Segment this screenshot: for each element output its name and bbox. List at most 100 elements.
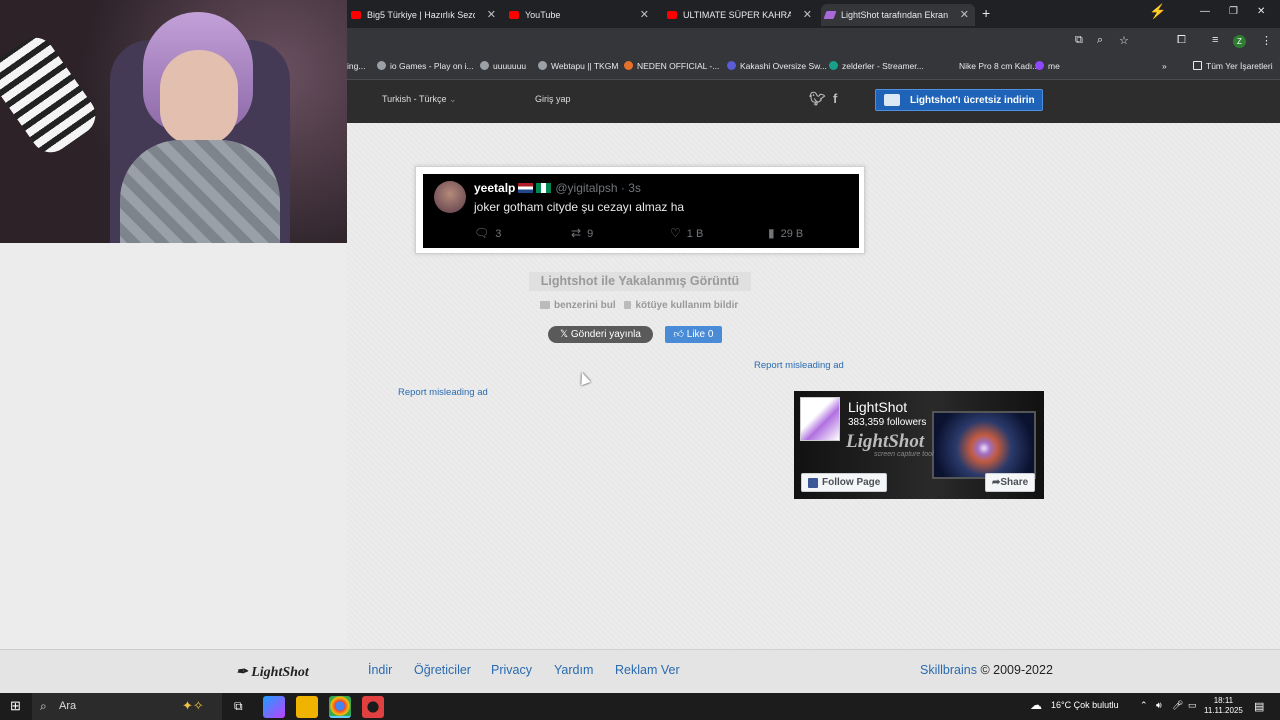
page-background-left [0, 243, 347, 649]
new-tab-button[interactable]: + [982, 5, 990, 21]
obs-icon[interactable] [362, 696, 384, 718]
zoom-icon[interactable]: ⌕ [1097, 34, 1103, 47]
notifications-icon[interactable]: ▤ [1254, 700, 1264, 713]
bookmark-item[interactable]: Kakashi Oversize Sw... [727, 61, 827, 71]
lightshot-logo[interactable] [800, 397, 840, 441]
bookmark-item[interactable]: NEDEN OFFICIAL -... [624, 61, 719, 71]
tab-title: LightShot tarafından Ekran Görü [841, 10, 949, 20]
youtube-icon [509, 11, 519, 19]
bookmark-favicon [829, 61, 838, 70]
close-tab-icon[interactable]: ✕ [803, 8, 812, 21]
twitter-icon[interactable]: 🐦︎ [809, 91, 826, 107]
footer-link-advertise[interactable]: Reklam Ver [615, 663, 680, 677]
media-icon[interactable]: ≡ [1212, 34, 1218, 46]
webcam-overlay [0, 0, 347, 243]
tab-lightshot[interactable]: LightShot tarafından Ekran Görü ✕ [821, 4, 975, 26]
weather-icon: ☁ [1030, 698, 1042, 712]
close-tab-icon[interactable]: ✕ [960, 8, 969, 21]
footer-link-tutorials[interactable]: Öğreticiler [414, 663, 471, 677]
extension-icon[interactable]: ⚡ [1149, 3, 1166, 20]
close-window-icon[interactable]: ✕ [1257, 6, 1265, 17]
tweet-text: joker gotham cityde şu cezayı almaz ha [474, 200, 685, 214]
network-icon[interactable]: ▭ [1188, 700, 1197, 711]
share-button[interactable]: ➦ Share [985, 473, 1036, 492]
copilot-icon[interactable] [263, 696, 285, 718]
taskbar-search[interactable]: ⌕ Ara ✦✧ [32, 693, 222, 720]
download-icon [884, 94, 900, 106]
close-tab-icon[interactable]: ✕ [640, 8, 649, 21]
chevron-right-icon[interactable]: » [1162, 61, 1167, 71]
bookmark-favicon [1035, 61, 1044, 70]
tweet-replies: 🗨︎ 3 [474, 226, 502, 240]
report-abuse-link[interactable]: kötüye kullanım bildir [624, 300, 738, 311]
facebook-icon [808, 477, 818, 488]
bookmark-item[interactable]: me [1035, 61, 1060, 71]
chevron-up-icon[interactable]: ⌃ [1140, 700, 1148, 711]
footer-link-download[interactable]: İndir [368, 663, 392, 677]
folder-icon [1193, 61, 1202, 70]
chevron-down-icon: ⌄ [449, 94, 457, 104]
windows-start-icon[interactable]: ⊞ [10, 698, 21, 714]
netherlands-flag-icon [518, 183, 534, 193]
microphone-icon[interactable]: 🎤︎ [1172, 700, 1183, 711]
bookmark-item[interactable]: Nike Pro 8 cm Kadı... [946, 61, 1039, 71]
camera-icon [540, 301, 550, 309]
minimize-icon[interactable]: — [1200, 6, 1210, 17]
close-tab-icon[interactable]: ✕ [487, 8, 496, 21]
footer-link-privacy[interactable]: Privacy [491, 663, 532, 677]
heart-icon: ♡ [670, 226, 681, 240]
nigeria-flag-icon [536, 183, 552, 193]
facebook-icon[interactable]: f [833, 91, 837, 106]
weather-status[interactable]: 16°C Çok bulutlu [1051, 700, 1119, 710]
report-ad-link[interactable]: Report misleading ad [754, 360, 844, 371]
bookmark-item[interactable]: zelderler - Streamer... [829, 61, 924, 71]
bookmark-item[interactable]: uuuuuuu [480, 61, 526, 71]
footer-logo[interactable]: ✒ LightShot [236, 664, 309, 681]
tab-big5[interactable]: Big5 Türkiye | Hazırlık Sezonu 6 ✕ [347, 4, 502, 26]
x-icon: 𝕏 [560, 329, 571, 340]
footer-link-help[interactable]: Yardım [554, 663, 593, 677]
tab-youtube[interactable]: YouTube ✕ [505, 4, 655, 26]
chrome-icon[interactable] [329, 696, 351, 718]
fb-like-button[interactable]: 👍︎ Like 0 [665, 326, 722, 343]
bookmark-favicon [480, 61, 489, 70]
captured-screenshot[interactable]: yeetalp @yigitalpsh · 3s joker gotham cit… [415, 166, 865, 254]
facebook-page-widget[interactable]: LightShot 383,359 followers LightShot sc… [794, 391, 1044, 499]
site-footer: ✒ LightShot İndir Öğreticiler Privacy Ya… [0, 649, 1280, 693]
file-explorer-icon[interactable] [296, 696, 318, 718]
volume-icon[interactable]: 🔊︎ [1156, 700, 1162, 711]
browser-tab-bar: Big5 Türkiye | Hazırlık Sezonu 6 ✕ YouTu… [347, 0, 1280, 28]
restore-icon[interactable]: ❐ [1229, 6, 1238, 17]
report-ad-link[interactable]: Report misleading ad [398, 387, 488, 398]
views-icon: ▮ [768, 226, 775, 240]
bookmark-favicon [377, 61, 386, 70]
follow-page-button[interactable]: Follow Page [801, 473, 888, 492]
tweet-retweets: ⇄ 9 [571, 226, 594, 240]
language-selector[interactable]: Turkish - Türkçe ⌄ [382, 94, 457, 105]
thumbs-up-icon: 👍︎ [673, 329, 687, 340]
windows-taskbar: ⊞ ⌕ Ara ✦✧ ⧉ ☁ 16°C Çok bulutlu ⌃ 🔊︎ 🎤︎ … [0, 693, 1280, 720]
extensions-icon[interactable]: ⧠ [1177, 34, 1186, 47]
bookmark-favicon [538, 61, 547, 70]
fb-page-name[interactable]: LightShot [848, 399, 907, 415]
tab-ultimate[interactable]: ULTIMATE SÜPER KAHRAMAN ✕ [663, 4, 818, 26]
clock[interactable]: 18:11 11.11.2025 [1204, 696, 1243, 716]
bookmark-item[interactable]: Webtapu || TKGM [538, 61, 618, 71]
login-link[interactable]: Giriş yap [535, 94, 571, 104]
bookmark-item[interactable]: ing... [347, 61, 365, 71]
install-app-icon[interactable]: ⧉ [1075, 34, 1083, 47]
lightshot-feather-icon [823, 11, 837, 19]
menu-icon[interactable]: ⋮ [1261, 34, 1272, 47]
skillbrains-link[interactable]: Skillbrains [920, 663, 977, 677]
download-button[interactable]: Lightshot'ı ücretsiz indirin [875, 89, 1043, 111]
tweet-author: yeetalp @yigitalpsh · 3s [474, 181, 641, 195]
post-button[interactable]: 𝕏 Gönderi yayınla [548, 326, 653, 343]
bookmark-star-icon[interactable]: ☆ [1119, 34, 1129, 47]
fb-brand-text: LightShot [846, 431, 925, 452]
all-bookmarks[interactable]: Tüm Yer İşaretleri [1193, 61, 1273, 71]
task-view-icon[interactable]: ⧉ [234, 699, 243, 714]
find-similar-link[interactable]: benzerini bul [540, 300, 616, 311]
profile-avatar[interactable]: Z [1233, 35, 1246, 48]
bookmark-item[interactable]: io Games - Play on i... [377, 61, 474, 71]
share-icon: ➦ [992, 477, 1001, 488]
